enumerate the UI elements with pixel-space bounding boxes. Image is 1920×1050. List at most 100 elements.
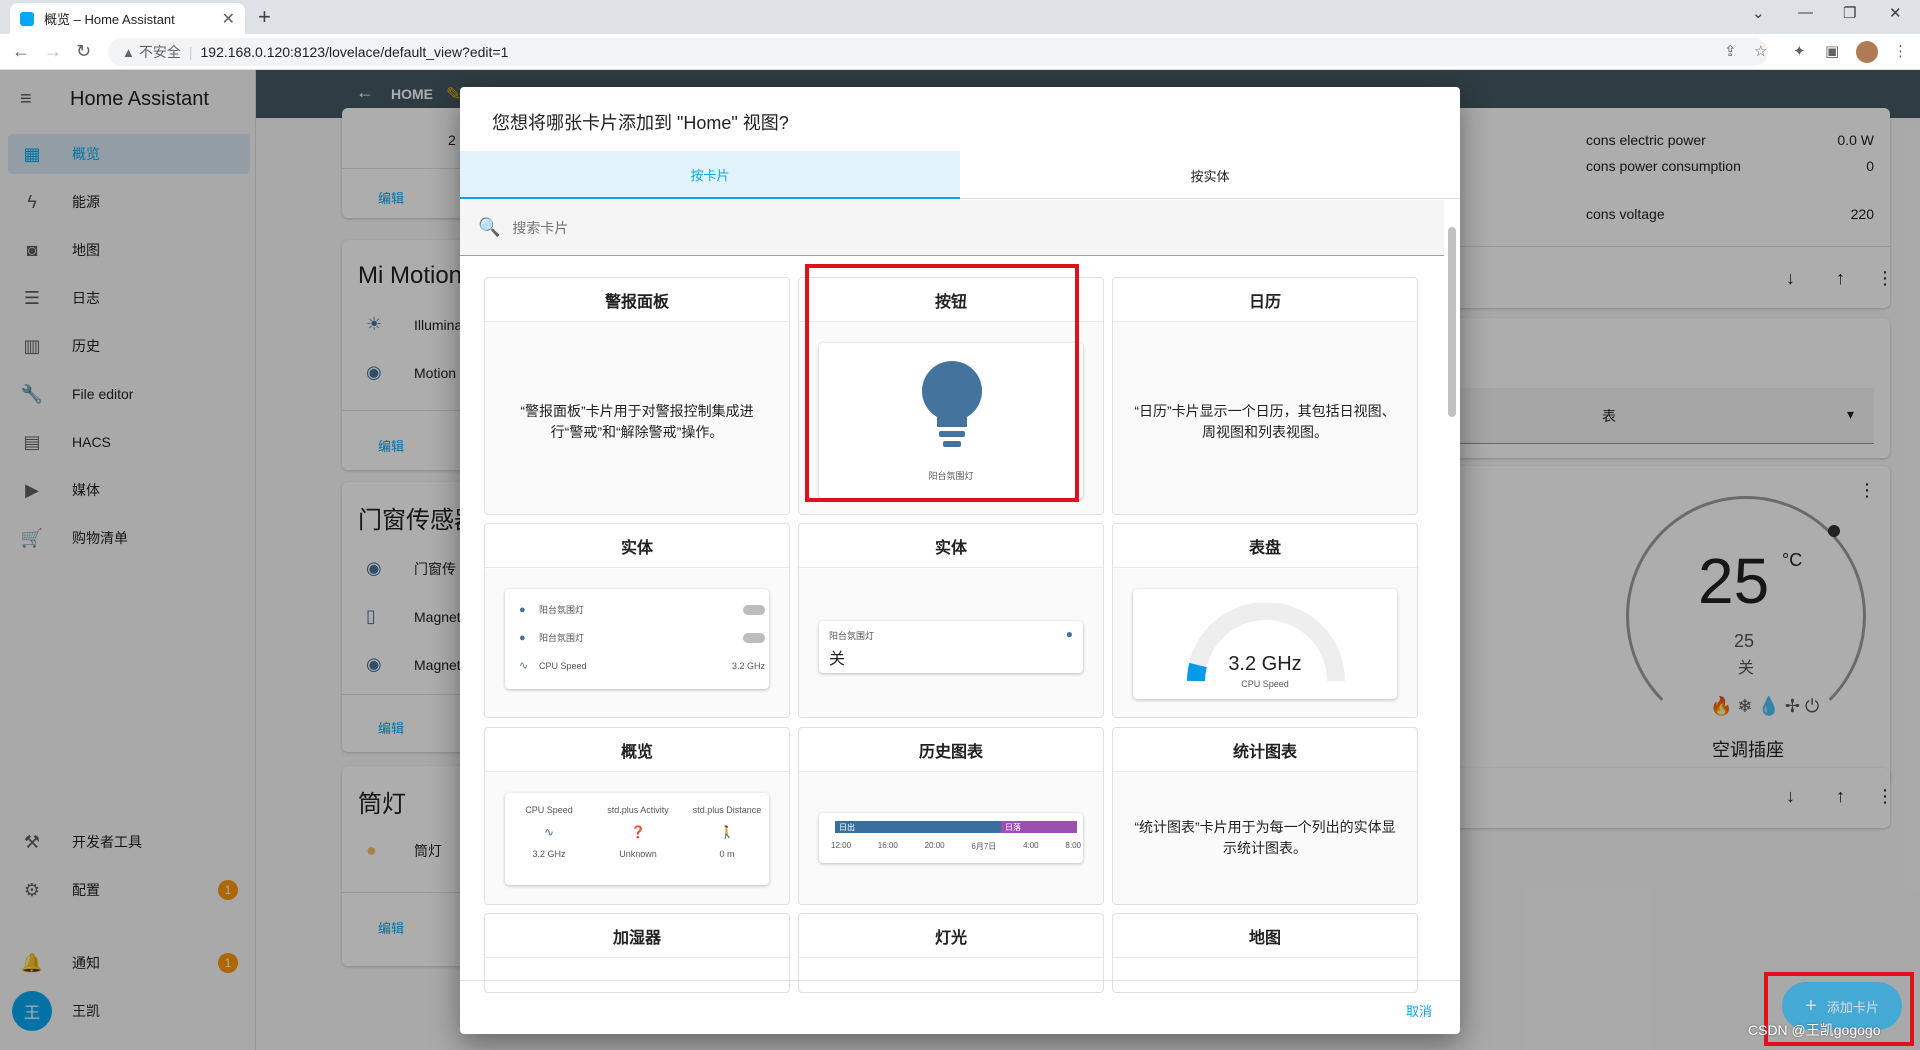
card-option-title: 表盘 xyxy=(1113,524,1417,568)
glance-value: 0 m xyxy=(719,849,735,859)
tab-by-card[interactable]: 按卡片 xyxy=(460,151,960,199)
glance-name: std.plus Distance xyxy=(692,805,762,815)
glance-item: CPU Speed ∿ 3.2 GHz xyxy=(505,805,593,859)
preview-entity-name: 阳台氛围灯 xyxy=(539,633,585,643)
tick-label: 6月7日 xyxy=(971,842,997,851)
bookmark-star-icon[interactable]: ☆ xyxy=(1754,42,1767,60)
walking-icon: 🚶 xyxy=(719,825,735,839)
card-option-statistics-graph[interactable]: 统计图表 “统计图表”卡片用于为每一个列出的实体显示统计图表。 xyxy=(1112,727,1418,905)
url-text: 192.168.0.120:8123/lovelace/default_view… xyxy=(200,44,509,60)
history-ticks: 12:00 16:00 20:00 6月7日 4:00 8:00 xyxy=(831,841,1081,852)
tab-search-icon[interactable]: ⌄ xyxy=(1752,4,1765,22)
card-option-glance[interactable]: 概览 CPU Speed ∿ 3.2 GHz std.plus Activity… xyxy=(484,727,790,905)
card-option-title: 历史图表 xyxy=(799,728,1103,772)
address-bar: ← → ↻ ▲ 不安全 | 192.168.0.120:8123/lovelac… xyxy=(0,34,1920,70)
search-bar: 🔍 xyxy=(460,200,1444,256)
extensions-icon[interactable]: ✦ xyxy=(1793,42,1806,60)
card-option-title: 警报面板 xyxy=(485,278,789,322)
history-card-preview: 日出 日落 12:00 16:00 20:00 6月7日 4:00 8:00 xyxy=(819,813,1083,863)
tick-label: 8:00 xyxy=(1065,841,1081,850)
preview-entity-name: 阳台氛围灯 xyxy=(539,605,585,615)
bulb-icon: ● xyxy=(519,603,526,616)
preview-entity-name: 阳台氛围灯 xyxy=(829,631,875,641)
history-bar-label: 日出 xyxy=(839,823,855,832)
card-option-title: 灯光 xyxy=(799,914,1103,958)
restore-icon[interactable]: ❐ xyxy=(1843,4,1856,22)
favicon-icon xyxy=(20,11,34,26)
url-field[interactable]: ▲ 不安全 | 192.168.0.120:8123/lovelace/defa… xyxy=(108,38,1768,66)
card-option-body: “警报面板”卡片用于对警报控制集成进行“警戒”和“解除警戒”操作。 xyxy=(485,323,789,514)
gauge-value: 3.2 GHz xyxy=(1228,653,1302,675)
card-option-entity[interactable]: 实体 阳台氛围灯 ● 关 xyxy=(798,523,1104,718)
card-option-title: 加湿器 xyxy=(485,914,789,958)
history-bar-label: 日落 xyxy=(1005,823,1021,832)
scrollbar-thumb[interactable] xyxy=(1448,227,1456,417)
glance-value: 3.2 GHz xyxy=(532,849,566,859)
tick-label: 12:00 xyxy=(831,841,852,850)
card-option-description: “统计图表”卡片用于为每一个列出的实体显示统计图表。 xyxy=(1134,819,1396,856)
card-option-title: 实体 xyxy=(799,524,1103,568)
tick-label: 20:00 xyxy=(924,841,945,850)
back-icon[interactable]: ← xyxy=(12,41,30,62)
card-option-entities[interactable]: 实体 ● 阳台氛围灯 ● 阳台氛围灯 ∿ CPU Speed 3.2 GHz xyxy=(484,523,790,718)
add-card-dialog: 您想将哪张卡片添加到 "Home" 视图? 按卡片 按实体 🔍 警报面板 “警报… xyxy=(460,87,1460,1034)
dialog-title: 您想将哪张卡片添加到 "Home" 视图? xyxy=(492,113,789,133)
speedometer-icon: ∿ xyxy=(543,825,555,839)
tick-label: 4:00 xyxy=(1023,841,1039,850)
new-tab-icon[interactable]: + xyxy=(258,4,271,30)
share-icon[interactable]: ⇪ xyxy=(1724,42,1737,60)
glance-name: CPU Speed xyxy=(525,805,573,815)
forward-icon[interactable]: → xyxy=(44,41,62,62)
tab-by-entity[interactable]: 按实体 xyxy=(960,151,1460,199)
url-separator: | xyxy=(188,44,193,60)
search-input[interactable] xyxy=(512,219,1313,236)
minimize-icon[interactable]: — xyxy=(1798,4,1813,21)
card-option-description: “警报面板”卡片用于对警报控制集成进行“警戒”和“解除警戒”操作。 xyxy=(520,403,754,440)
cancel-button[interactable]: 取消 xyxy=(1406,1001,1432,1020)
gauge-label: CPU Speed xyxy=(1241,679,1289,689)
gauge-card-preview: 3.2 GHz CPU Speed xyxy=(1133,589,1397,699)
card-option-title: 实体 xyxy=(485,524,789,568)
browser-menu-icon[interactable]: ⋮ xyxy=(1893,42,1908,60)
browser-tab[interactable]: 概览 – Home Assistant ✕ xyxy=(10,3,245,34)
card-option-title: 统计图表 xyxy=(1113,728,1417,772)
entities-card-preview: ● 阳台氛围灯 ● 阳台氛围灯 ∿ CPU Speed 3.2 GHz xyxy=(505,589,769,689)
card-option-body: ● 阳台氛围灯 ● 阳台氛围灯 ∿ CPU Speed 3.2 GHz xyxy=(485,569,789,717)
card-option-title: 地图 xyxy=(1113,914,1417,958)
help-circle-icon: ❓ xyxy=(630,825,646,839)
glance-card-preview: CPU Speed ∿ 3.2 GHz std.plus Activity ❓ … xyxy=(505,793,769,885)
dialog-tabs: 按卡片 按实体 xyxy=(460,151,1460,199)
window-close-icon[interactable]: ✕ xyxy=(1889,4,1902,22)
side-panel-icon[interactable]: ▣ xyxy=(1825,42,1839,60)
card-option-history-graph[interactable]: 历史图表 日出 日落 12:00 16:00 20:00 6月7日 4:00 8… xyxy=(798,727,1104,905)
card-option-body: 3.2 GHz CPU Speed xyxy=(1113,569,1417,717)
glance-name: std.plus Activity xyxy=(607,805,669,815)
profile-avatar[interactable] xyxy=(1856,41,1878,63)
toggle-switch xyxy=(743,632,765,643)
dialog-scrollbar[interactable] xyxy=(1444,217,1460,980)
card-option-body: “统计图表”卡片用于为每一个列出的实体显示统计图表。 xyxy=(1113,773,1417,904)
tick-label: 16:00 xyxy=(877,841,898,850)
card-option-gauge[interactable]: 表盘 3.2 GHz CPU Speed xyxy=(1112,523,1418,718)
preview-row: ● 阳台氛围灯 xyxy=(519,603,765,616)
entity-card-preview: 阳台氛围灯 ● 关 xyxy=(819,621,1083,673)
card-option-body: CPU Speed ∿ 3.2 GHz std.plus Activity ❓ … xyxy=(485,773,789,904)
glance-value: Unknown xyxy=(619,849,657,859)
search-icon: 🔍 xyxy=(478,217,501,237)
close-tab-icon[interactable]: ✕ xyxy=(222,9,235,29)
preview-row: ● 阳台氛围灯 xyxy=(519,631,765,644)
history-bar-night: 日落 xyxy=(1001,821,1077,833)
card-option-alarm-panel[interactable]: 警报面板 “警报面板”卡片用于对警报控制集成进行“警戒”和“解除警戒”操作。 xyxy=(484,277,790,515)
card-option-title: 概览 xyxy=(485,728,789,772)
reload-icon[interactable]: ↻ xyxy=(76,41,91,62)
card-option-title: 日历 xyxy=(1113,278,1417,322)
tab-title: 概览 – Home Assistant xyxy=(44,12,175,27)
bulb-icon: ● xyxy=(1065,627,1073,641)
card-option-body: 日出 日落 12:00 16:00 20:00 6月7日 4:00 8:00 xyxy=(799,773,1103,904)
card-option-calendar[interactable]: 日历 “日历”卡片显示一个日历，其包括日视图、周视图和列表视图。 xyxy=(1112,277,1418,515)
browser-tab-bar: 概览 – Home Assistant ✕ + ⌄ — ❐ ✕ xyxy=(0,0,1920,34)
preview-entity-name: CPU Speed xyxy=(539,660,587,671)
history-bar-day: 日出 xyxy=(835,821,1001,833)
glance-item: std.plus Activity ❓ Unknown xyxy=(593,805,683,859)
preview-row: ∿ CPU Speed 3.2 GHz xyxy=(519,659,765,672)
